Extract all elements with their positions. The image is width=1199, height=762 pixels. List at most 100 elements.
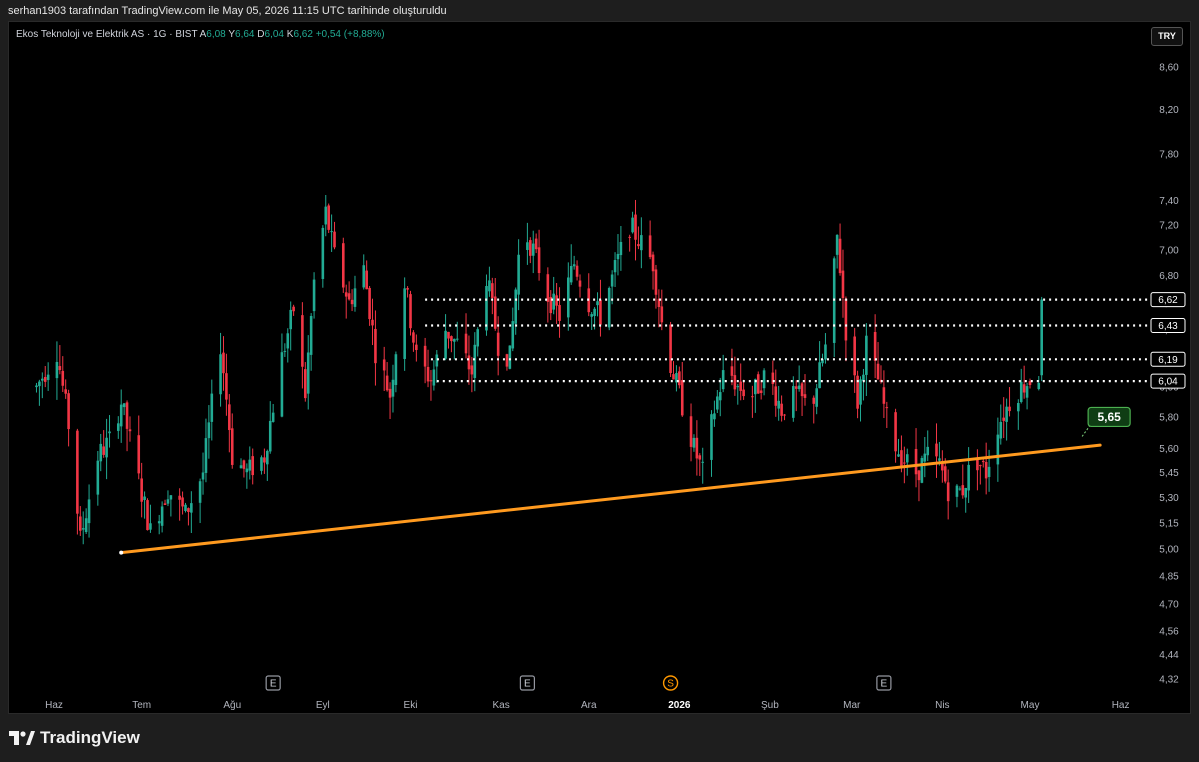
candle-body bbox=[976, 459, 979, 471]
x-tick-label: Nis bbox=[935, 700, 949, 711]
candle-body bbox=[610, 274, 614, 287]
x-tick-label: Tem bbox=[132, 700, 151, 711]
candle-body bbox=[575, 265, 579, 277]
candle-body bbox=[853, 336, 856, 376]
candle-body bbox=[701, 461, 705, 463]
candle-body bbox=[423, 345, 427, 367]
candle-body bbox=[730, 366, 734, 376]
candle-body bbox=[306, 352, 310, 394]
candle-body bbox=[260, 457, 263, 471]
candle-body bbox=[46, 374, 50, 381]
candle-body bbox=[230, 428, 234, 465]
candle-body bbox=[721, 370, 725, 390]
low-value: 6,04 bbox=[264, 29, 284, 40]
candle-body bbox=[631, 217, 634, 233]
change-value: +0,54 (+8,88%) bbox=[315, 29, 385, 40]
chart-panel[interactable]: 8,608,207,807,407,207,006,806,606,406,20… bbox=[8, 21, 1191, 714]
candle-body bbox=[353, 288, 357, 307]
candle-body bbox=[476, 329, 480, 347]
candle-body bbox=[198, 481, 202, 503]
candle-body bbox=[271, 412, 275, 422]
candle-body bbox=[140, 478, 143, 502]
candle-body bbox=[923, 453, 927, 462]
candle-body bbox=[108, 431, 111, 434]
candle-body bbox=[546, 274, 550, 302]
candle-body bbox=[385, 375, 389, 391]
candle-body bbox=[593, 308, 596, 316]
candle-body bbox=[245, 468, 249, 473]
candle-body bbox=[508, 345, 512, 369]
y-tick-label: 4,44 bbox=[1159, 650, 1179, 661]
candle-body bbox=[447, 331, 450, 339]
candle-body bbox=[368, 287, 371, 320]
x-tick-label: Eki bbox=[404, 700, 418, 711]
candle-body bbox=[453, 338, 456, 342]
split-marker-label: S bbox=[667, 679, 674, 690]
candle-body bbox=[882, 387, 886, 404]
x-tick-label: Kas bbox=[492, 700, 509, 711]
candle-body bbox=[596, 301, 599, 306]
candle-body bbox=[812, 397, 816, 404]
candle-body bbox=[660, 306, 664, 323]
candle-body bbox=[496, 332, 500, 356]
candle-body bbox=[116, 423, 120, 431]
candle-body bbox=[900, 450, 903, 468]
candle-body bbox=[648, 235, 652, 258]
candle-body bbox=[391, 379, 395, 397]
candle-body bbox=[201, 472, 205, 480]
candle-body bbox=[268, 420, 272, 452]
candlestick-chart[interactable]: 8,608,207,807,407,207,006,806,606,406,20… bbox=[9, 22, 1191, 714]
y-tick-label: 5,60 bbox=[1159, 444, 1179, 455]
candle-body bbox=[137, 435, 141, 474]
candle-body bbox=[61, 370, 65, 386]
candle-body bbox=[634, 214, 637, 240]
candle-body bbox=[920, 458, 924, 483]
candle-body bbox=[599, 299, 602, 325]
y-tick-label: 8,60 bbox=[1159, 63, 1179, 74]
candle-body bbox=[590, 314, 593, 317]
y-tick-label: 5,15 bbox=[1159, 518, 1179, 529]
candle-body bbox=[119, 404, 123, 427]
candle-body bbox=[263, 457, 266, 463]
candle-body bbox=[362, 265, 366, 288]
candle-body bbox=[1019, 381, 1023, 402]
candle-body bbox=[450, 336, 453, 342]
candle-body bbox=[415, 344, 418, 350]
y-tick-label: 5,45 bbox=[1159, 468, 1179, 479]
candle-body bbox=[859, 379, 862, 405]
candle-body bbox=[771, 372, 775, 385]
candle-body bbox=[578, 280, 582, 287]
candle-body bbox=[797, 385, 801, 390]
candle-body bbox=[739, 381, 743, 391]
x-tick-label: Ara bbox=[581, 700, 597, 711]
candle-body bbox=[35, 385, 38, 388]
candle-body bbox=[736, 386, 740, 388]
y-tick-label: 5,80 bbox=[1159, 413, 1179, 424]
candle-body bbox=[78, 516, 82, 531]
candle-body bbox=[537, 247, 541, 274]
candle-body bbox=[876, 363, 880, 380]
candle-body bbox=[607, 288, 611, 328]
candle-body bbox=[905, 454, 909, 463]
candle-body bbox=[190, 503, 193, 513]
candle-body bbox=[794, 386, 798, 389]
trendline-handle[interactable] bbox=[119, 550, 124, 555]
candle-body bbox=[742, 389, 745, 397]
candle-body bbox=[873, 331, 877, 361]
candle-body bbox=[777, 400, 780, 409]
currency-button[interactable]: TRY bbox=[1151, 27, 1183, 46]
candle-body bbox=[301, 315, 304, 367]
candle-body bbox=[464, 333, 468, 354]
candle-body bbox=[160, 506, 164, 526]
candle-body bbox=[946, 482, 950, 502]
y-tick-label: 7,20 bbox=[1159, 220, 1179, 231]
candle-body bbox=[841, 270, 845, 299]
candle-body bbox=[350, 299, 354, 305]
candle-body bbox=[651, 254, 655, 272]
candle-body bbox=[1017, 403, 1020, 412]
candle-body bbox=[470, 365, 474, 375]
candle-body bbox=[157, 521, 161, 524]
y-tick-label: 4,32 bbox=[1159, 675, 1179, 686]
candle-body bbox=[672, 374, 675, 380]
level-price-label: 6,43 bbox=[1158, 321, 1178, 332]
